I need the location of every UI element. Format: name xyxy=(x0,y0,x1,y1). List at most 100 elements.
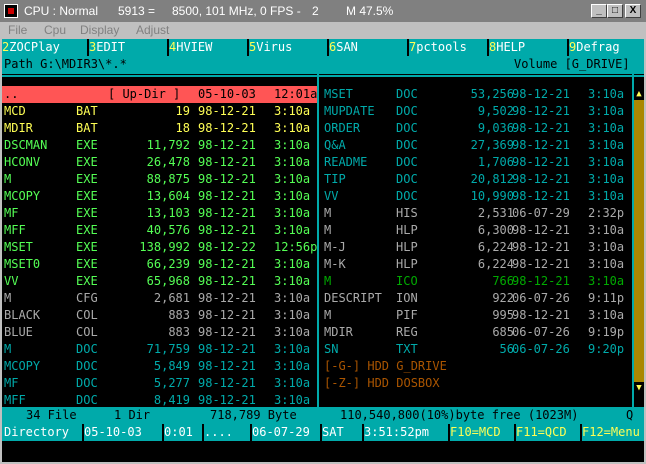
fkey-edit[interactable]: 3EDIT xyxy=(87,39,125,56)
cycles-stat: 5913 = xyxy=(118,4,156,18)
file-row[interactable]: SN TXT 56 06-07-26 9:20p xyxy=(322,341,632,358)
title-bar[interactable]: CPU : Normal 5913 = 8500, 101 MHz, 0 FPS… xyxy=(0,0,646,22)
file-row[interactable]: Q&A DOC 27,369 98-12-21 3:10a xyxy=(322,137,632,154)
file-row[interactable]: MF EXE 13,103 98-12-21 3:10a xyxy=(2,205,317,222)
fkey-pctools[interactable]: 7pctools xyxy=(407,39,467,56)
fkey-hview[interactable]: 4HVIEW xyxy=(167,39,213,56)
divider-top xyxy=(2,72,644,74)
fkey-help[interactable]: 8HELP xyxy=(487,39,525,56)
bottom-cell-text: 0:01 xyxy=(164,425,193,439)
fkey-san[interactable]: 6SAN xyxy=(327,39,358,56)
file-name: MF xyxy=(4,206,19,220)
file-row[interactable]: MSET EXE 138,992 98-12-22 12:56p xyxy=(2,239,317,256)
file-size: 685 xyxy=(492,325,514,339)
file-row[interactable]: README DOC 1,706 98-12-21 3:10a xyxy=(322,154,632,171)
file-date: 98-12-21 xyxy=(198,291,256,305)
fkey-label: HVIEW xyxy=(176,40,213,54)
file-row[interactable]: M-K HLP 6,224 98-12-21 3:10a xyxy=(322,256,632,273)
file-ext: DOC xyxy=(396,87,418,101)
bottom-cell-9[interactable]: F12=Menu xyxy=(580,424,640,441)
dos-screen[interactable]: 2ZOCPlay 3EDIT 4HVIEW 5Virus 6SAN 7pctools 8HE… xyxy=(2,39,644,462)
file-date: 98-12-21 xyxy=(198,172,256,186)
minimize-button[interactable]: _ xyxy=(591,4,607,18)
file-time: 3:10a xyxy=(274,325,311,339)
file-time: 3:10a xyxy=(588,155,625,169)
file-ext: REG xyxy=(396,325,418,339)
file-row[interactable]: MSET DOC 53,256 98-12-21 3:10a xyxy=(322,86,632,103)
file-row[interactable]: MF DOC 5,277 98-12-21 3:10a xyxy=(2,375,317,392)
file-row[interactable]: MDIR REG 685 06-07-26 9:19p xyxy=(322,324,632,341)
file-time: 3:10a xyxy=(274,257,311,271)
file-row[interactable]: [-G-] HDD G_DRIVE xyxy=(322,358,632,375)
file-row[interactable]: HCONV EXE 26,478 98-12-21 3:10a xyxy=(2,154,317,171)
file-name: README xyxy=(324,155,368,169)
menu-cpu[interactable]: Cpu xyxy=(44,22,66,39)
file-row[interactable]: MCOPY DOC 5,849 98-12-21 3:10a xyxy=(2,358,317,375)
file-row[interactable]: MUPDATE DOC 9,502 98-12-21 3:10a xyxy=(322,103,632,120)
file-row[interactable]: TIP DOC 20,812 98-12-21 3:10a xyxy=(322,171,632,188)
file-date: 98-12-21 xyxy=(198,189,256,203)
file-row[interactable]: M HIS 2,531 06-07-29 2:32p xyxy=(322,205,632,222)
bottom-cell-text: F10=MCD xyxy=(450,425,501,439)
file-row[interactable]: VV DOC 10,990 98-12-21 3:10a xyxy=(322,188,632,205)
file-time: 3:10a xyxy=(274,172,311,186)
scroll-down-icon[interactable]: ▼ xyxy=(634,382,644,394)
file-date: 06-07-26 xyxy=(512,291,570,305)
file-ext: EXE xyxy=(76,274,98,288)
scrollbar[interactable]: ▲ ▼ xyxy=(634,88,644,394)
fkey-label: ZOCPlay xyxy=(9,40,60,54)
bottom-cell-7[interactable]: F10=MCD xyxy=(448,424,501,441)
file-row[interactable]: MDIR BAT 18 98-12-21 3:10a xyxy=(2,120,317,137)
file-row[interactable]: M-J HLP 6,224 98-12-21 3:10a xyxy=(322,239,632,256)
fkey-defrag[interactable]: 9Defrag xyxy=(567,39,620,56)
bottom-cell-text: 3:51:52pm xyxy=(364,425,430,439)
file-ext: DOC xyxy=(76,342,98,356)
file-date: 98-12-21 xyxy=(198,274,256,288)
file-row[interactable]: DSCMAN EXE 11,792 98-12-21 3:10a xyxy=(2,137,317,154)
menu-file[interactable]: File xyxy=(8,22,27,39)
file-name: M xyxy=(324,308,332,322)
file-date: 98-12-21 xyxy=(512,172,570,186)
file-row[interactable]: M ICO 766 98-12-21 3:10a xyxy=(322,273,632,290)
file-row[interactable]: ORDER DOC 9,036 98-12-21 3:10a xyxy=(322,120,632,137)
file-row[interactable]: M PIF 995 98-12-21 3:10a xyxy=(322,307,632,324)
bottom-cell-1: 05-10-03 xyxy=(82,424,142,441)
file-date: 06-07-26 xyxy=(512,325,570,339)
file-date: 98-12-21 xyxy=(198,121,256,135)
file-row[interactable]: DESCRIPT ION 922 06-07-26 9:11p xyxy=(322,290,632,307)
file-ext: EXE xyxy=(76,206,98,220)
file-row[interactable]: [-Z-] HDD DOSBOX xyxy=(322,375,632,392)
file-row[interactable]: M HLP 6,300 98-12-21 3:10a xyxy=(322,222,632,239)
file-row[interactable]: MSET0 EXE 66,239 98-12-21 3:10a xyxy=(2,256,317,273)
menu-adjust[interactable]: Adjust xyxy=(136,22,169,39)
file-row[interactable]: M CFG 2,681 98-12-21 3:10a xyxy=(2,290,317,307)
file-size: 2,681 xyxy=(153,291,190,305)
file-row[interactable]: MFF EXE 40,576 98-12-21 3:10a xyxy=(2,222,317,239)
bottom-cell-2: 0:01 xyxy=(162,424,193,441)
bottom-cell-text: 06-07-29 xyxy=(252,425,310,439)
file-time: 3:10a xyxy=(588,172,625,186)
file-row[interactable]: M EXE 88,875 98-12-21 3:10a xyxy=(2,171,317,188)
dosbox-app-icon[interactable] xyxy=(4,4,18,18)
menu-display[interactable]: Display xyxy=(80,22,119,39)
file-row[interactable]: BLUE COL 883 98-12-21 3:10a xyxy=(2,324,317,341)
file-date: 05-10-03 xyxy=(198,87,256,101)
file-ext: ICO xyxy=(396,274,418,288)
file-row[interactable]: MCD BAT 19 98-12-21 3:10a xyxy=(2,103,317,120)
maximize-button[interactable]: □ xyxy=(607,4,623,18)
file-ext: [ Up-Dir ] xyxy=(108,87,181,101)
bottom-cell-8[interactable]: F11=QCD xyxy=(514,424,567,441)
updir-row[interactable]: .. [ Up-Dir ] 05-10-03 12:01a xyxy=(2,86,317,103)
close-button[interactable]: X xyxy=(625,4,641,18)
file-time: 3:10a xyxy=(588,257,625,271)
file-row[interactable]: BLACK COL 883 98-12-21 3:10a xyxy=(2,307,317,324)
fkey-zocplay[interactable]: 2ZOCPlay xyxy=(2,39,60,56)
file-row[interactable]: VV EXE 65,968 98-12-21 3:10a xyxy=(2,273,317,290)
file-row[interactable]: MCOPY EXE 13,604 98-12-21 3:10a xyxy=(2,188,317,205)
bottom-cell-text: 05-10-03 xyxy=(84,425,142,439)
bottom-cell-3: .... xyxy=(202,424,233,441)
file-row[interactable]: M DOC 71,759 98-12-21 3:10a xyxy=(2,341,317,358)
fkey-virus[interactable]: 5Virus xyxy=(247,39,292,56)
dosbox-window: CPU : Normal 5913 = 8500, 101 MHz, 0 FPS… xyxy=(0,0,646,464)
scroll-up-icon[interactable]: ▲ xyxy=(634,88,644,100)
